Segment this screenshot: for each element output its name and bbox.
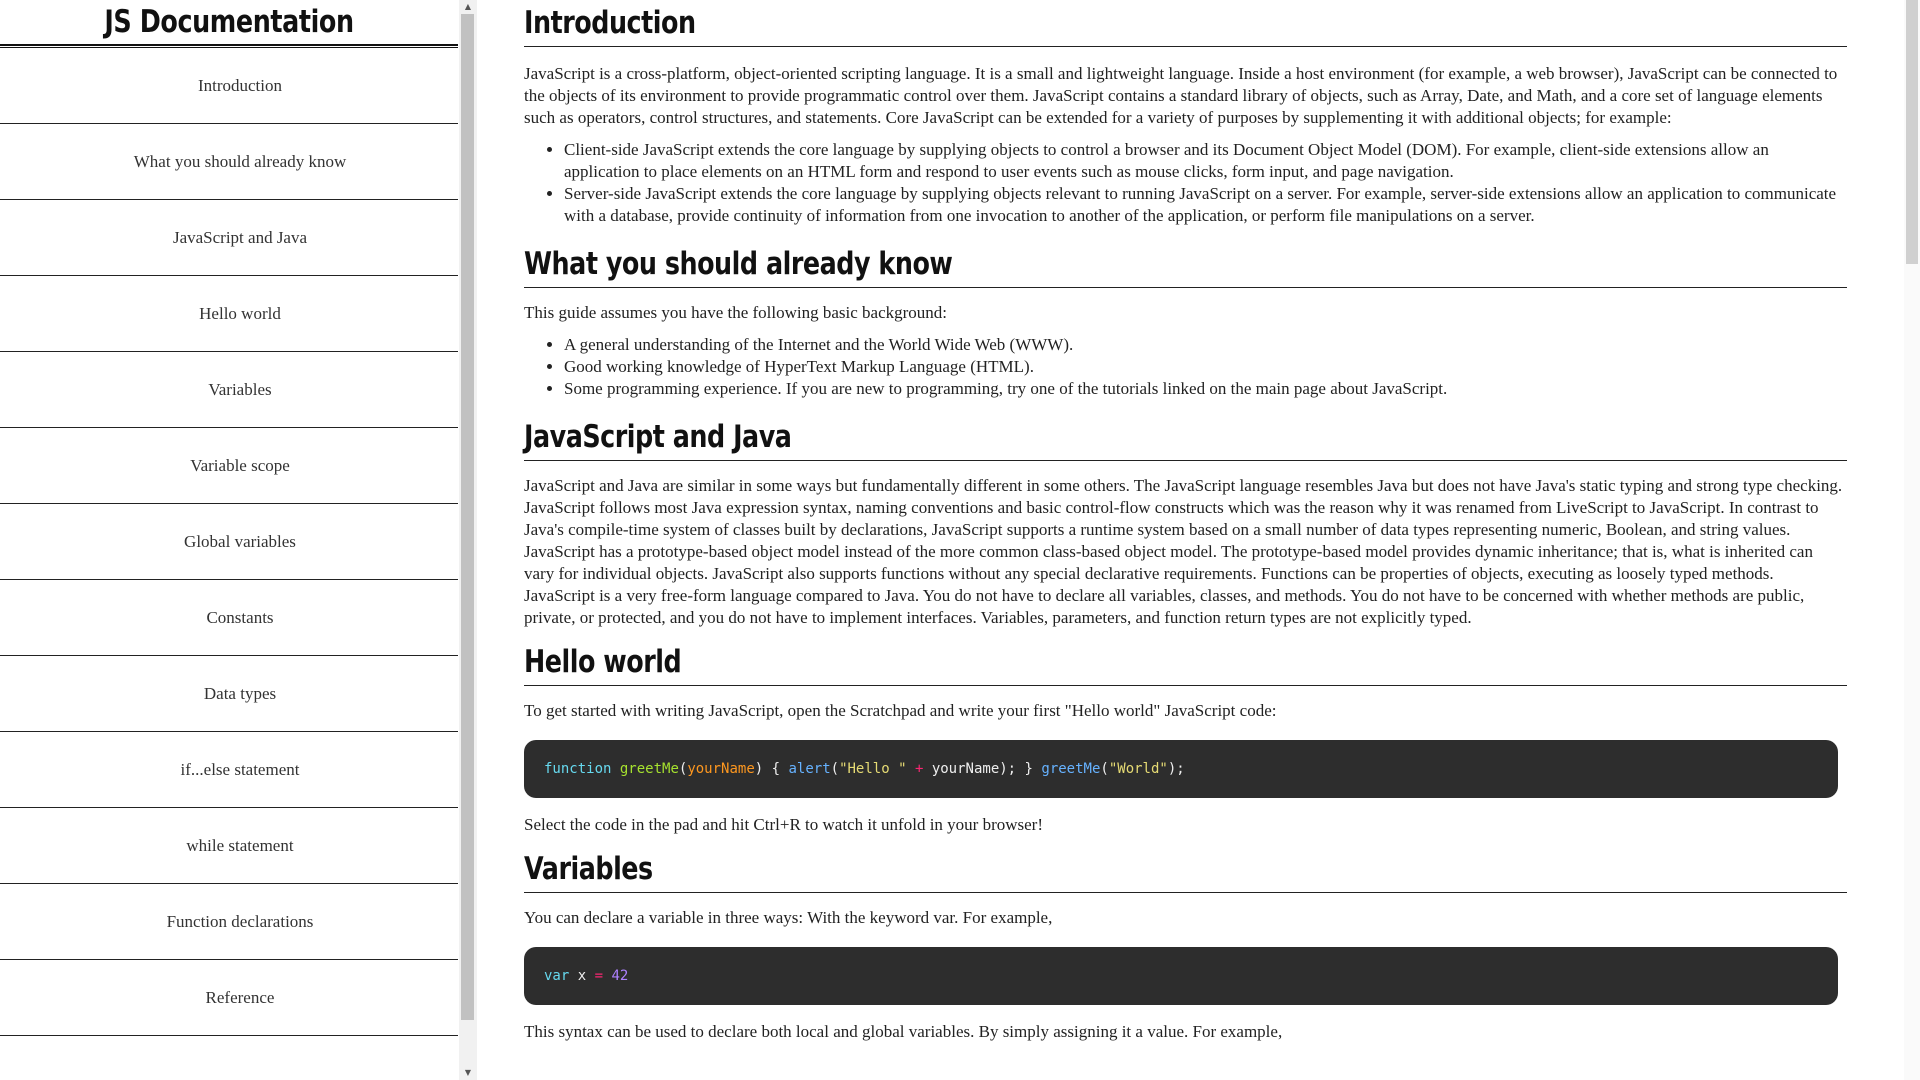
section-title-text: What you should already know [524,246,953,282]
sidebar-item-global-variables[interactable]: Global variables [0,504,458,580]
section-hello-world: Hello world To get started with writing … [524,639,1847,836]
list-item: Server-side JavaScript extends the core … [564,183,1847,227]
code-call: greetMe [1041,761,1101,777]
code-parameter: yourName [687,761,755,777]
paragraph: This syntax can be used to declare both … [524,1022,1283,1041]
paragraph: JavaScript is a cross-platform, object-o… [524,64,1838,127]
bullet-list: Client-side JavaScript extends the core … [524,139,1847,227]
scroll-down-arrow-icon[interactable]: ▼ [459,1066,477,1080]
code-operator: = [594,968,604,984]
sidebar-item-what-you-should-already-know[interactable]: What you should already know [0,124,458,200]
sidebar-item-javascript-and-java[interactable]: JavaScript and Java [0,200,458,276]
sidebar-item-variable-scope[interactable]: Variable scope [0,428,458,504]
section-title-variables: Variables [524,846,1847,893]
section-variables: Variables You can declare a variable in … [524,846,1847,1043]
paragraph: To get started with writing JavaScript, … [524,701,1277,720]
list-item: Some programming experience. If you are … [564,378,1847,400]
code-text: ( [830,761,840,777]
section-title-what-you-should-already-know: What you should already know [524,241,1847,288]
list-item: Client-side JavaScript extends the core … [564,139,1847,183]
sidebar-item-constants[interactable]: Constants [0,580,458,656]
main-content: Introduction JavaScript is a cross-platf… [478,0,1898,1080]
sidebar-list: Introduction What you should already kno… [0,48,458,1036]
main-scrollbar[interactable] [1904,0,1920,1080]
section-title-text: Introduction [524,5,696,41]
sidebar-item-while-statement[interactable]: while statement [0,808,458,884]
code-function-name: greetMe [619,761,679,777]
paragraph: You can declare a variable in three ways… [524,908,1053,927]
paragraph: This guide assumes you have the followin… [524,303,948,322]
code-string: "World" [1108,761,1168,777]
bullet-list: A general understanding of the Internet … [524,334,1847,400]
code-keyword: function [544,761,612,777]
sidebar-item-variables[interactable]: Variables [0,352,458,428]
section-what-you-should-already-know: What you should already know This guide … [524,241,1847,400]
code-text: ); [1167,761,1185,777]
sidebar-title: JS Documentation [104,4,354,40]
sidebar-item-hello-world[interactable]: Hello world [0,276,458,352]
section-introduction: Introduction JavaScript is a cross-platf… [524,0,1847,227]
scroll-up-arrow-icon[interactable]: ▲ [459,0,477,14]
code-number: 42 [611,968,629,984]
sidebar-item-introduction[interactable]: Introduction [0,48,458,124]
sidebar-item-function-declarations[interactable]: Function declarations [0,884,458,960]
sidebar-content: JS Documentation Introduction What you s… [0,0,458,1080]
code-operator: + [906,761,932,777]
app-root: JS Documentation Introduction What you s… [0,0,1920,1080]
code-text: yourName); } [931,761,1042,777]
section-title-text: Variables [524,851,653,887]
list-item: A general understanding of the Internet … [564,334,1847,356]
code-text: ) { [754,761,789,777]
sidebar-item-if-else-statement[interactable]: if...else statement [0,732,458,808]
paragraph: JavaScript and Java are similar in some … [524,476,1843,627]
main-scroll-thumb[interactable] [1906,0,1918,264]
sidebar-scrollbar[interactable]: ▲ ▼ [459,0,477,1080]
code-block-hello-world[interactable]: function greetMe(yourName) { alert("Hell… [524,740,1838,798]
code-keyword: var [544,968,570,984]
sidebar-item-data-types[interactable]: Data types [0,656,458,732]
section-title-text: Hello world [524,644,682,680]
code-string: "Hello " [839,761,907,777]
code-text: x [569,968,595,984]
sidebar-scroll-thumb[interactable] [461,14,474,1020]
section-title-javascript-and-java: JavaScript and Java [524,414,1847,461]
section-title-text: JavaScript and Java [524,419,792,455]
sidebar-nav: JS Documentation Introduction What you s… [0,0,460,1080]
list-item: Good working knowledge of HyperText Mark… [564,356,1847,378]
sidebar-item-reference[interactable]: Reference [0,960,458,1036]
section-title-introduction: Introduction [524,0,1847,47]
code-block-variables[interactable]: var x = 42 [524,947,1838,1005]
section-title-hello-world: Hello world [524,639,1847,686]
code-call: alert [788,761,831,777]
code-text: ( [1100,761,1109,777]
paragraph: Select the code in the pad and hit Ctrl+… [524,815,1043,834]
section-javascript-and-java: JavaScript and Java JavaScript and Java … [524,414,1847,629]
